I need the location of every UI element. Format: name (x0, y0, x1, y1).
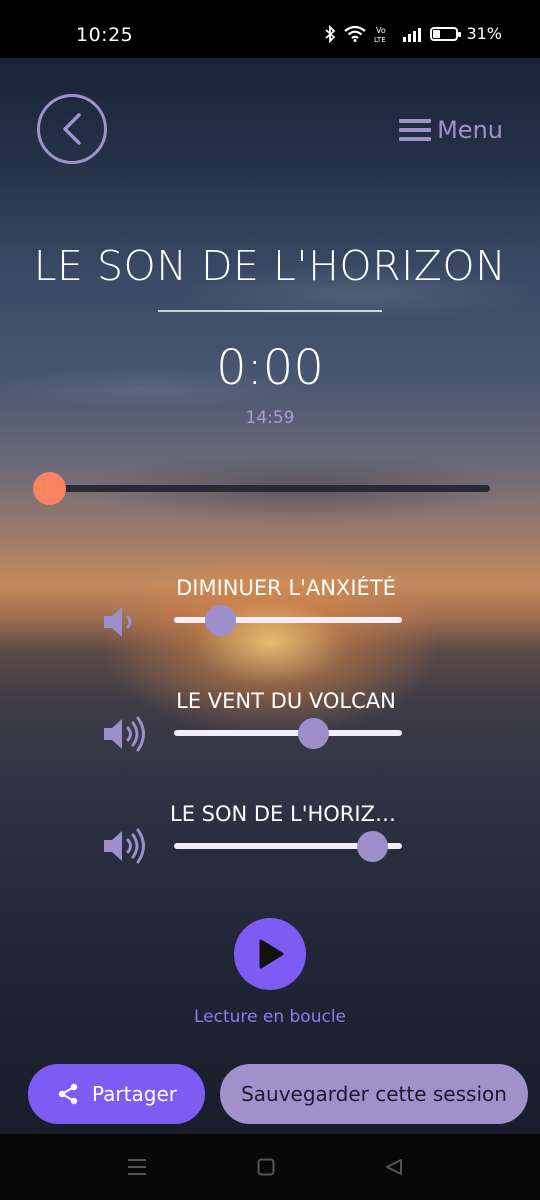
system-icons: Vo LTE 31% (324, 24, 502, 43)
home-icon[interactable] (257, 1158, 275, 1176)
status-time: 10:25 (76, 24, 134, 46)
volume-slider-horizon[interactable] (174, 831, 402, 862)
track-title: LE SON DE L'HORIZON (33, 242, 507, 290)
chevron-left-icon (63, 113, 81, 145)
back-button[interactable] (37, 94, 107, 164)
loop-toggle[interactable]: Lecture en boucle (0, 1007, 540, 1027)
wifi-icon (344, 25, 367, 42)
menu-label: Menu (437, 116, 503, 144)
recent-apps-icon[interactable] (127, 1158, 147, 1176)
progress-thumb[interactable] (33, 472, 66, 505)
elapsed-time: 0:00 (216, 340, 324, 396)
share-button[interactable]: Partager (28, 1064, 205, 1124)
share-label: Partager (92, 1082, 177, 1106)
battery-percent: 31% (466, 24, 502, 43)
signal-icon (403, 27, 422, 42)
speaker-high-icon[interactable] (101, 714, 149, 754)
title-divider (158, 310, 382, 312)
menu-button[interactable]: Menu (399, 116, 503, 144)
volume-slider-anxiety[interactable] (174, 605, 402, 636)
share-icon (58, 1083, 78, 1105)
speaker-high-icon[interactable] (101, 826, 149, 866)
volume-thumb-volcan-wind[interactable] (298, 718, 330, 749)
save-session-button[interactable]: Sauvegarder cette session (220, 1064, 528, 1124)
battery-icon (430, 26, 462, 41)
speaker-low-icon[interactable] (101, 602, 149, 642)
total-duration: 14:59 (245, 408, 295, 428)
layer-label-volcan-wind: LE VENT DU VOLCAN (176, 689, 396, 713)
progress-track[interactable] (50, 485, 490, 492)
svg-text:LTE: LTE (374, 36, 386, 43)
volume-thumb-anxiety[interactable] (204, 605, 236, 636)
svg-text:Vo: Vo (376, 26, 386, 35)
back-nav-icon[interactable] (385, 1158, 403, 1176)
volte-icon: VoLTE (374, 26, 386, 43)
volume-slider-volcan-wind[interactable] (174, 718, 402, 749)
layer-label-anxiety: DIMINUER L'ANXIÉTÉ (176, 576, 396, 600)
play-button[interactable] (234, 918, 306, 990)
play-icon (259, 939, 284, 969)
bluetooth-icon (325, 24, 336, 43)
layer-label-horizon: LE SON DE L'HORIZON (170, 802, 402, 826)
hamburger-icon (399, 119, 432, 141)
system-nav-bar (0, 1134, 540, 1200)
